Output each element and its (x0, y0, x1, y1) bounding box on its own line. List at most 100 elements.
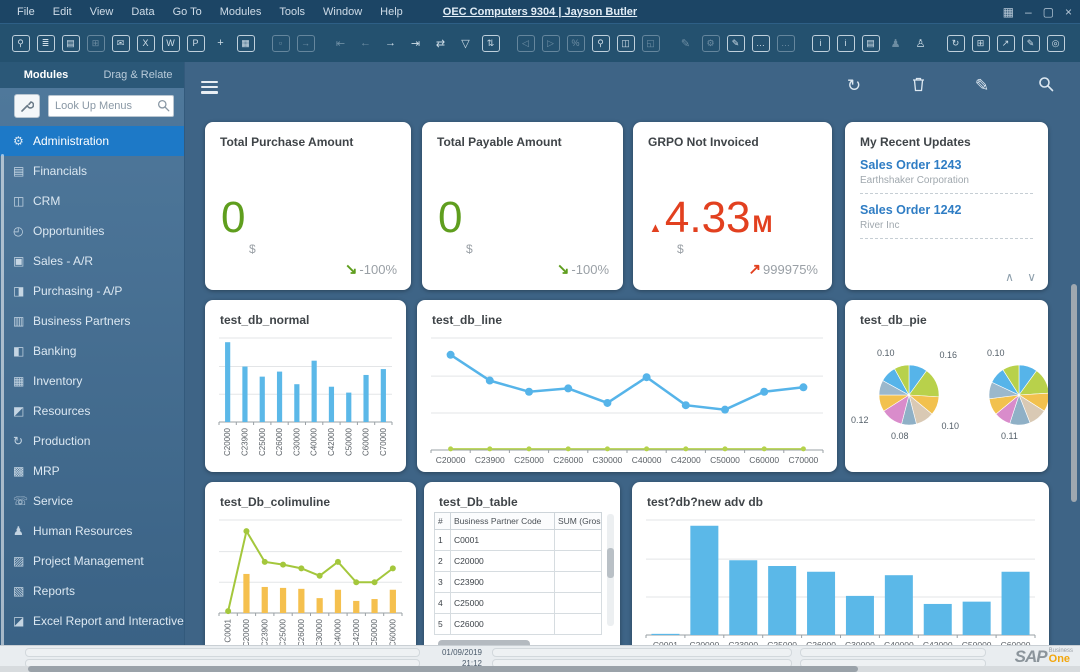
menu-item-view[interactable]: View (81, 6, 123, 18)
human-resources-icon: ♟ (13, 524, 24, 538)
window-title[interactable]: OEC Computers 9304 | Jayson Butler (443, 6, 637, 18)
sort-icon[interactable]: ⇅ (481, 34, 500, 52)
recent-update-link[interactable]: Sales Order 1242 (860, 203, 1033, 217)
doc-note-icon[interactable]: ✎ (1021, 34, 1040, 52)
table-row[interactable]: 5 C26000 (434, 613, 602, 635)
menu-item-edit[interactable]: Edit (44, 6, 81, 18)
svg-text:C25000: C25000 (279, 618, 288, 645)
minimize-icon[interactable]: – (1025, 5, 1032, 19)
menu-item-go-to[interactable]: Go To (164, 6, 211, 18)
print-preview-icon[interactable]: ▤ (61, 34, 80, 52)
menu-item-modules[interactable]: Modules (211, 6, 271, 18)
split-window-icon[interactable]: ◫ (616, 34, 635, 52)
user-icon[interactable]: ♙ (910, 33, 931, 53)
card-grpo-not-invoiced[interactable]: GRPO Not Invoiced ▲ 4.33 M $ ↗ 999975% (633, 122, 832, 290)
maximize-icon[interactable]: ▢ (1043, 5, 1054, 19)
sidebar-scrollbar[interactable] (1, 154, 4, 645)
hamburger-menu-icon[interactable] (201, 78, 219, 96)
sidebar-item-human-resources[interactable]: ♟ Human Resources (0, 516, 184, 546)
refresh-swap-icon[interactable]: ⇄ (430, 33, 451, 53)
layout-grid-icon[interactable]: ▦ (1003, 5, 1014, 19)
menu-item-data[interactable]: Data (122, 6, 163, 18)
tab-modules[interactable]: Modules (0, 69, 92, 81)
card-my-recent-updates[interactable]: My Recent Updates Sales Order 1243 Earths… (845, 122, 1048, 290)
sidebar-item-purchasing-a-p[interactable]: ◨ Purchasing - A/P (0, 276, 184, 306)
doc-refresh-icon[interactable]: ↻ (946, 34, 965, 52)
card-test-db-normal[interactable]: test_db_normal C20000 C23900 C25000 C26000 C… (205, 300, 406, 472)
table-row[interactable]: 3 C23900 (434, 571, 602, 593)
menu-item-window[interactable]: Window (314, 6, 371, 18)
journal-icon[interactable]: ▤ (861, 34, 880, 52)
wrench-icon[interactable] (14, 94, 40, 118)
menu-item-help[interactable]: Help (371, 6, 412, 18)
close-icon[interactable]: × (1065, 5, 1072, 19)
print-icon[interactable]: ≣ (36, 34, 55, 52)
sidebar-item-crm[interactable]: ◫ CRM (0, 186, 184, 216)
refresh-icon[interactable]: ↻ (844, 76, 864, 97)
find-icon[interactable]: ⚲ (11, 34, 30, 52)
table-header: # (434, 512, 451, 530)
sidebar-item-mrp[interactable]: ▩ MRP (0, 456, 184, 486)
chat-icon[interactable]: … (751, 34, 770, 52)
filter-icon[interactable]: ▽ (455, 33, 476, 53)
card-test-db-new-adv-db[interactable]: test?db?new adv db C0001 C20000 C23900 C250… (632, 482, 1049, 645)
card-test-db-colimuline[interactable]: test_Db_colimuline C0001 C20000 C23900 C250… (205, 482, 416, 645)
recent-update-link[interactable]: Sales Order 1243 (860, 158, 1033, 172)
sidebar-item-business-partners[interactable]: ▥ Business Partners (0, 306, 184, 336)
scroll-up-icon[interactable]: ∧ (1005, 270, 1014, 284)
sidebar-item-resources[interactable]: ◩ Resources (0, 396, 184, 426)
card-test-db-line[interactable]: test_db_line C20000 C23900 C25000 C26000 C30… (417, 300, 837, 472)
card-test-db-pie[interactable]: test_db_pie 0.100.160.120.080.100.100.14… (845, 300, 1048, 472)
menu-item-file[interactable]: File (8, 6, 44, 18)
lookup-menus-input[interactable] (48, 95, 174, 117)
menu-item-tools[interactable]: Tools (270, 6, 314, 18)
sidebar-item-financials[interactable]: ▤ Financials (0, 156, 184, 186)
word-icon[interactable]: W (161, 34, 180, 52)
table-settings-icon[interactable]: ▦ (236, 34, 255, 52)
trend-text: -100% (571, 261, 609, 277)
trend-arrow-icon: ↗ (748, 261, 762, 278)
card-total-purchase-amount[interactable]: Total Purchase Amount 0 $ ↘ -100% (205, 122, 411, 290)
sidebar-item-sales-a-r[interactable]: ▣ Sales - A/R (0, 246, 184, 276)
table-row[interactable]: 2 C20000 (434, 550, 602, 572)
last-record-icon[interactable]: ⇥ (405, 33, 426, 53)
sidebar-item-excel-report-and-interactive[interactable]: ◪ Excel Report and Interactive (0, 606, 184, 636)
mail-icon[interactable]: ✉ (111, 34, 130, 52)
external-link-icon[interactable]: ↗ (996, 34, 1015, 52)
move-icon[interactable]: + (210, 33, 231, 53)
copy-icon: ⊞ (86, 34, 105, 52)
sidebar-item-inventory[interactable]: ▦ Inventory (0, 366, 184, 396)
dashboard-content: ↻ ✎ Total Purchase Amount 0 $ ↘ -100% Total P… (185, 62, 1080, 645)
content-vertical-scrollbar[interactable] (1071, 284, 1077, 502)
layout-designer-icon[interactable]: ⊞ (971, 34, 990, 52)
payment-info-icon[interactable]: i (836, 34, 855, 52)
sidebar-item-reports[interactable]: ▧ Reports (0, 576, 184, 606)
edit-icon[interactable]: ✎ (972, 76, 992, 97)
card-test-db-table[interactable]: test_Db_table # Business Partner Code SUM … (424, 482, 620, 645)
table-cell: 2 (434, 550, 451, 572)
search-icon[interactable] (1036, 76, 1056, 97)
tab-drag-relate[interactable]: Drag & Relate (92, 69, 184, 81)
table-row[interactable]: 4 C25000 (434, 592, 602, 614)
sidebar-item-label: MRP (33, 464, 60, 478)
sidebar-item-banking[interactable]: ◧ Banking (0, 336, 184, 366)
doc-info-icon[interactable]: i (811, 34, 830, 52)
card-total-payable-amount[interactable]: Total Payable Amount 0 $ ↘ -100% (422, 122, 623, 290)
sidebar-item-production[interactable]: ↻ Production (0, 426, 184, 456)
sidebar-item-opportunities[interactable]: ◴ Opportunities (0, 216, 184, 246)
excel-icon[interactable]: X (136, 34, 155, 52)
table-row[interactable]: 1 C0001 (434, 529, 602, 551)
scroll-down-icon[interactable]: ∨ (1027, 270, 1036, 284)
sidebar-item-administration[interactable]: ⚙ Administration (0, 126, 184, 156)
window-horizontal-scrollbar[interactable] (0, 666, 1080, 672)
doc-globe-icon[interactable]: ◎ (1046, 34, 1065, 52)
table-vertical-scrollbar[interactable] (607, 514, 614, 626)
trash-icon[interactable] (908, 76, 928, 97)
sidebar-item-project-management[interactable]: ▨ Project Management (0, 546, 184, 576)
table-cell (554, 613, 602, 635)
pdf-icon[interactable]: P (186, 34, 205, 52)
sidebar-item-service[interactable]: ☏ Service (0, 486, 184, 516)
doc-search-icon[interactable]: ⚲ (591, 34, 610, 52)
doc-edit-icon[interactable]: ✎ (726, 34, 745, 52)
next-record-icon[interactable]: → (380, 33, 401, 53)
